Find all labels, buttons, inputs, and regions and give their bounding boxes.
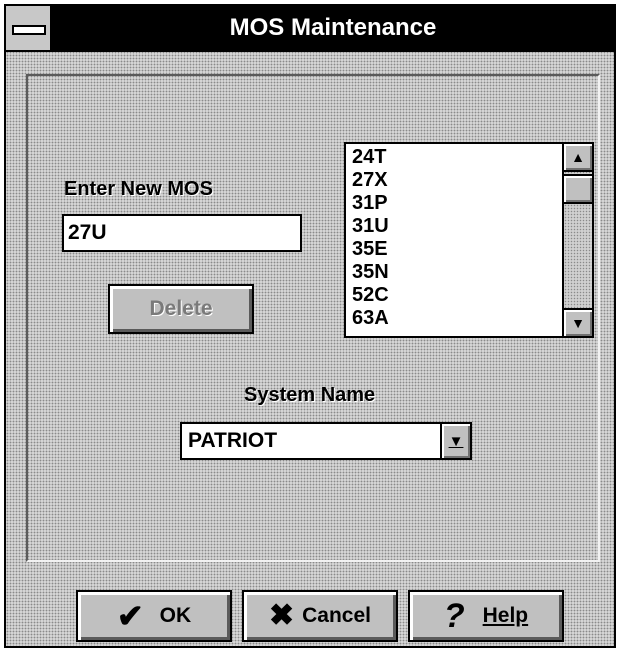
list-item[interactable]: 31U bbox=[352, 215, 552, 238]
title-bar: MOS Maintenance bbox=[6, 6, 614, 52]
cancel-button-label: Cancel bbox=[302, 604, 371, 627]
scroll-down-button[interactable]: ▼ bbox=[564, 308, 592, 336]
x-mark-icon: ✖ bbox=[268, 599, 295, 632]
help-button[interactable]: ? Help bbox=[408, 590, 564, 642]
window-title: MOS Maintenance bbox=[229, 14, 437, 41]
system-name-value: PATRIOT bbox=[188, 429, 278, 452]
list-item[interactable]: 35N bbox=[352, 261, 552, 284]
help-button-label: Help bbox=[482, 604, 529, 627]
ok-button[interactable]: ✔ OK bbox=[76, 590, 232, 642]
list-item[interactable]: 27X bbox=[352, 169, 552, 192]
list-item[interactable]: 31P bbox=[352, 192, 552, 215]
list-item[interactable]: 24T bbox=[352, 146, 552, 169]
system-menu-icon bbox=[12, 25, 46, 35]
arrow-up-icon: ▲ bbox=[571, 149, 585, 165]
list-item[interactable]: 35E bbox=[352, 238, 552, 261]
mos-list: 24T 27X 31P 31U 35E 35N 52C 63A bbox=[352, 146, 552, 330]
dropdown-arrow-button[interactable]: ▼ bbox=[440, 424, 470, 458]
list-scrollbar[interactable]: ▲ ▼ bbox=[562, 144, 592, 336]
ok-button-label: OK bbox=[159, 604, 192, 627]
delete-button[interactable]: Delete bbox=[108, 284, 254, 334]
delete-button-label: Delete bbox=[149, 297, 213, 320]
question-mark-icon: ? bbox=[443, 597, 465, 635]
cancel-button[interactable]: ✖ Cancel bbox=[242, 590, 398, 642]
arrow-down-underline-icon: ▼ bbox=[448, 432, 464, 450]
scroll-up-button[interactable]: ▲ bbox=[564, 144, 592, 172]
new-mos-label: Enter New MOS bbox=[64, 178, 213, 200]
system-menu-button[interactable] bbox=[6, 6, 52, 50]
scroll-thumb[interactable] bbox=[564, 174, 592, 204]
list-item[interactable]: 63A bbox=[352, 307, 552, 330]
arrow-down-icon: ▼ bbox=[571, 315, 585, 331]
system-name-dropdown[interactable]: PATRIOT ▼ bbox=[180, 422, 472, 460]
list-item[interactable]: 52C bbox=[352, 284, 552, 307]
new-mos-input[interactable]: 27U bbox=[62, 214, 302, 252]
mos-listbox[interactable]: 24T 27X 31P 31U 35E 35N 52C 63A ▲ ▼ bbox=[344, 142, 594, 338]
checkmark-icon: ✔ bbox=[116, 598, 144, 634]
mos-maintenance-window: MOS Maintenance Enter New MOS 27U Delete… bbox=[4, 4, 616, 648]
system-name-label: System Name bbox=[244, 384, 376, 406]
